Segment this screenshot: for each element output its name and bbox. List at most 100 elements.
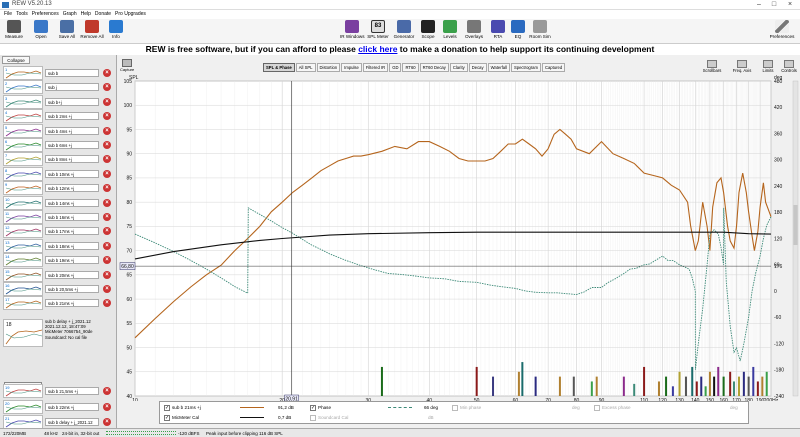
delete-measurement-button[interactable]: × xyxy=(103,155,111,164)
measurement-name-field[interactable]: sub j xyxy=(45,83,99,92)
delete-measurement-button[interactable]: × xyxy=(103,256,111,265)
delete-measurement-button[interactable]: × xyxy=(103,285,111,293)
measurement-thumbnail[interactable]: 12 xyxy=(3,224,43,239)
minimize-button[interactable]: – xyxy=(752,1,766,8)
measurement-row[interactable]: 11 sub b 16ms +j × xyxy=(2,210,115,225)
measurement-row[interactable]: 5 sub b 4ms +j × xyxy=(2,123,115,139)
measurement-name-field[interactable]: sub b 16ms +j xyxy=(45,213,99,221)
measurement-name-field[interactable]: sub b 20ms +j xyxy=(45,270,99,279)
ir-windows-button[interactable]: IR Windows xyxy=(340,20,365,43)
legend-checkbox-phase[interactable]: ✓ xyxy=(310,405,316,411)
donate-link[interactable]: click here xyxy=(358,44,397,54)
measurement-thumbnail[interactable]: 21 xyxy=(3,415,43,429)
measurement-name-field[interactable]: sub b 18ms +j xyxy=(45,241,99,250)
measurement-thumbnail[interactable]: 2 xyxy=(3,80,43,95)
measurement-thumbnail[interactable]: 5 xyxy=(3,123,43,138)
measurement-row[interactable]: 1 sub b × xyxy=(2,66,115,81)
open-button[interactable]: Open xyxy=(29,20,53,43)
measurement-name-field[interactable]: sub b 17ms +j xyxy=(45,227,99,236)
levels-button[interactable]: Levels xyxy=(438,20,462,43)
measurement-thumbnail[interactable]: 6 xyxy=(3,138,43,152)
measurement-name-field[interactable]: sub b 21ms +j xyxy=(45,299,99,308)
measurement-name-field[interactable]: sub b 10ms +j xyxy=(45,169,99,178)
measurement-thumbnail[interactable]: 13 xyxy=(3,238,43,253)
menu-pro-upgrades[interactable]: Pro Upgrades xyxy=(115,10,146,19)
delete-measurement-button[interactable]: × xyxy=(103,69,111,77)
collapse-button[interactable]: Collapse xyxy=(2,56,30,64)
eq-button[interactable]: EQ xyxy=(506,20,530,43)
measurement-thumbnail[interactable]: 8 xyxy=(3,166,43,181)
measurement-row[interactable]: 14 sub b 19ms +j × xyxy=(2,253,115,268)
delete-measurement-button[interactable]: × xyxy=(103,227,111,236)
measurement-thumbnail[interactable]: 7 xyxy=(3,152,43,167)
delete-measurement-button[interactable]: × xyxy=(103,198,111,207)
spl-phase-chart[interactable]: 10 20 30 40 50 60 70 80 90 110 120 130 140 150 160 170 1… xyxy=(117,55,800,401)
preferences-button[interactable]: Preferences xyxy=(768,20,796,43)
close-window-button[interactable]: × xyxy=(783,1,797,8)
measurement-row[interactable]: 6 sub b 6ms +j × xyxy=(2,138,115,153)
legend-checkbox-mic-cal[interactable]: ✓ xyxy=(164,415,170,421)
legend-checkbox-excess-phase[interactable] xyxy=(594,405,600,411)
measurement-name-field[interactable]: sub b 22ms +j xyxy=(45,403,99,411)
menu-file[interactable]: File xyxy=(4,10,12,19)
selected-measurement-thumbnail[interactable]: 18 xyxy=(3,319,43,347)
measurement-row[interactable]: 15 sub b 20ms +j × xyxy=(2,267,115,283)
legend-checkbox-soundcard-cal[interactable] xyxy=(310,415,316,421)
measurement-name-field[interactable]: sub b 20,5ms +j xyxy=(45,285,99,293)
measurement-thumbnail[interactable]: 11 xyxy=(3,210,43,224)
measurement-row[interactable]: 16 sub b 20,5ms +j × xyxy=(2,282,115,297)
measurement-thumbnail[interactable]: 10 xyxy=(3,195,43,210)
measurement-row[interactable]: 20 sub b 22ms +j × xyxy=(2,400,115,415)
info-button[interactable]: Info xyxy=(104,20,128,43)
measure-button[interactable]: Measure xyxy=(2,20,26,43)
measurement-name-field[interactable]: sub b 21,5ms +j xyxy=(45,387,99,395)
delete-measurement-button[interactable]: × xyxy=(103,169,111,178)
delete-measurement-button[interactable]: × xyxy=(103,270,111,279)
spl-meter-button[interactable]: 83 SPL Meter xyxy=(366,20,390,43)
measurement-name-field[interactable]: sub b 19ms +j xyxy=(45,256,99,265)
delete-measurement-button[interactable]: × xyxy=(103,403,111,411)
measurement-name-field[interactable]: sub b 6ms +j xyxy=(45,141,99,149)
measurement-thumbnail[interactable]: 16 xyxy=(3,282,43,296)
plot-area[interactable] xyxy=(134,80,772,397)
delete-measurement-button[interactable]: × xyxy=(103,112,111,121)
generator-button[interactable]: Generator xyxy=(392,20,416,43)
delete-measurement-button[interactable]: × xyxy=(103,126,111,135)
legend-checkbox-min-phase[interactable] xyxy=(452,405,458,411)
room-sim-button[interactable]: Room Sim xyxy=(528,20,552,43)
measurement-thumbnail[interactable]: 17 xyxy=(3,296,43,311)
menu-donate[interactable]: Donate xyxy=(95,10,111,19)
measurement-thumbnail[interactable]: 9 xyxy=(3,181,43,196)
menu-graph[interactable]: Graph xyxy=(63,10,77,19)
measurement-name-field[interactable]: sub b delay + j_2021.12 xyxy=(45,418,99,426)
delete-measurement-button[interactable]: × xyxy=(103,299,111,308)
legend-checkbox-measurement[interactable]: ✓ xyxy=(164,405,170,411)
measurement-thumbnail[interactable]: 1 xyxy=(3,66,43,80)
measurement-name-field[interactable]: sub b 2ms +j xyxy=(45,112,99,121)
menu-preferences[interactable]: Preferences xyxy=(32,10,59,19)
delete-measurement-button[interactable]: × xyxy=(103,97,111,106)
delete-measurement-button[interactable]: × xyxy=(103,141,111,149)
measurement-row[interactable]: 19 sub b 21,5ms +j × xyxy=(2,384,115,399)
measurement-thumbnail[interactable]: 14 xyxy=(3,253,43,268)
delete-measurement-button[interactable]: × xyxy=(103,184,111,193)
overlays-button[interactable]: Overlays xyxy=(462,20,486,43)
maximize-button[interactable]: □ xyxy=(767,1,781,8)
measurement-thumbnail[interactable]: 3 xyxy=(3,94,43,109)
delete-measurement-button[interactable]: × xyxy=(103,418,111,426)
measurement-row[interactable]: 17 sub b 21ms +j × xyxy=(2,296,115,311)
measurement-thumbnail[interactable]: 19 xyxy=(3,384,43,398)
delete-measurement-button[interactable]: × xyxy=(103,387,111,395)
measurement-row[interactable]: 8 sub b 10ms +j × xyxy=(2,166,115,182)
measurement-name-field[interactable]: sub b 8ms +j xyxy=(45,155,99,164)
measurement-name-field[interactable]: sub b 12ms +j xyxy=(45,184,99,193)
measurement-name-field[interactable]: sub b 4ms +j xyxy=(45,126,99,135)
measurement-row[interactable]: 13 sub b 18ms +j × xyxy=(2,238,115,254)
remove-all-button[interactable]: Remove All xyxy=(80,20,104,43)
scrollbar-thumb[interactable] xyxy=(793,205,798,245)
delete-measurement-button[interactable]: × xyxy=(103,213,111,221)
menu-help[interactable]: Help xyxy=(81,10,91,19)
measurement-row[interactable]: 7 sub b 8ms +j × xyxy=(2,152,115,167)
measurement-name-field[interactable]: sub b+j xyxy=(45,97,99,106)
measurement-name-field[interactable]: sub b xyxy=(45,69,99,77)
